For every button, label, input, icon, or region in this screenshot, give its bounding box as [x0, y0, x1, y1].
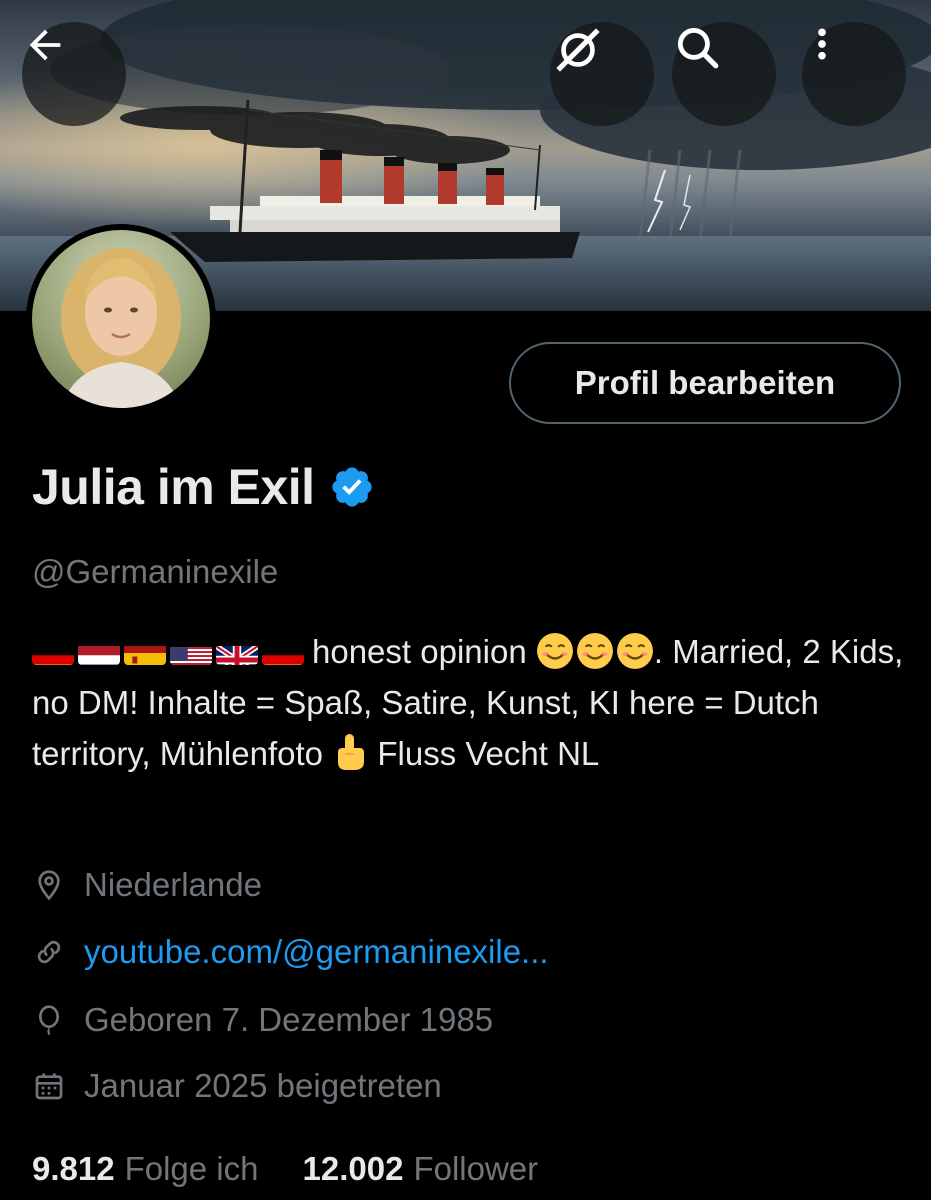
handle: @Germaninexile: [32, 553, 279, 590]
display-name: Julia im Exil: [32, 459, 315, 515]
search-icon: [677, 27, 719, 69]
website-row: youtube.com/@germaninexile...: [32, 933, 549, 971]
birthday-text: Geboren 7. Dezember 1985: [84, 1001, 494, 1038]
following-link[interactable]: 9.812 Folge ich: [32, 1150, 259, 1188]
follow-counts: 9.812 Folge ich 12.002 Follower: [32, 1150, 538, 1188]
balloon-icon: [32, 1003, 66, 1037]
bio-text-3: Fluss Vecht NL: [377, 735, 600, 772]
flag-germany-icon: [262, 637, 304, 666]
location-row: Niederlande: [32, 866, 262, 904]
bio: honest opinion . Married, 2 Kids, no DM!…: [32, 626, 912, 779]
avatar[interactable]: [26, 224, 216, 414]
following-label: Folge ich: [124, 1150, 259, 1187]
birthday-row: Geboren 7. Dezember 1985: [32, 1001, 493, 1039]
pointing-up-emoji-icon: [338, 734, 365, 771]
flag-netherlands-icon: [78, 637, 120, 666]
more-button[interactable]: [802, 22, 906, 126]
followers-label: Follower: [413, 1150, 539, 1187]
grok-icon: [556, 28, 600, 72]
bio-text-1: honest opinion: [312, 633, 527, 670]
location-text: Niederlande: [84, 866, 262, 903]
flag-usa-icon: [170, 637, 212, 666]
followers-link[interactable]: 12.002 Follower: [303, 1150, 539, 1188]
smiling-face-emojis: [536, 632, 654, 670]
back-button[interactable]: [22, 22, 126, 126]
joined-row: Januar 2025 beigetreten: [32, 1067, 442, 1105]
smiling-face-icon: [616, 633, 653, 670]
flag-spain-icon: [124, 637, 166, 666]
location-pin-icon: [32, 868, 66, 902]
smiling-face-icon: [536, 633, 573, 670]
following-count: 9.812: [32, 1150, 115, 1187]
name-row: Julia im Exil: [32, 458, 375, 516]
smiling-face-icon: [576, 633, 613, 670]
calendar-icon: [32, 1069, 66, 1103]
back-arrow-icon: [29, 29, 61, 61]
flag-germany-icon: [32, 637, 74, 666]
avatar-image: [32, 230, 210, 408]
more-vertical-icon: [818, 28, 826, 60]
verified-badge-icon[interactable]: [329, 464, 375, 510]
link-icon: [32, 935, 66, 969]
flag-emojis: [32, 637, 304, 666]
grok-button[interactable]: [550, 22, 654, 126]
joined-text: Januar 2025 beigetreten: [84, 1067, 442, 1104]
flag-uk-icon: [216, 637, 258, 666]
website-link[interactable]: youtube.com/@germaninexile...: [84, 933, 549, 971]
followers-count: 12.002: [302, 1150, 404, 1187]
edit-profile-button[interactable]: Profil bearbeiten: [509, 342, 901, 424]
search-button[interactable]: [672, 22, 776, 126]
